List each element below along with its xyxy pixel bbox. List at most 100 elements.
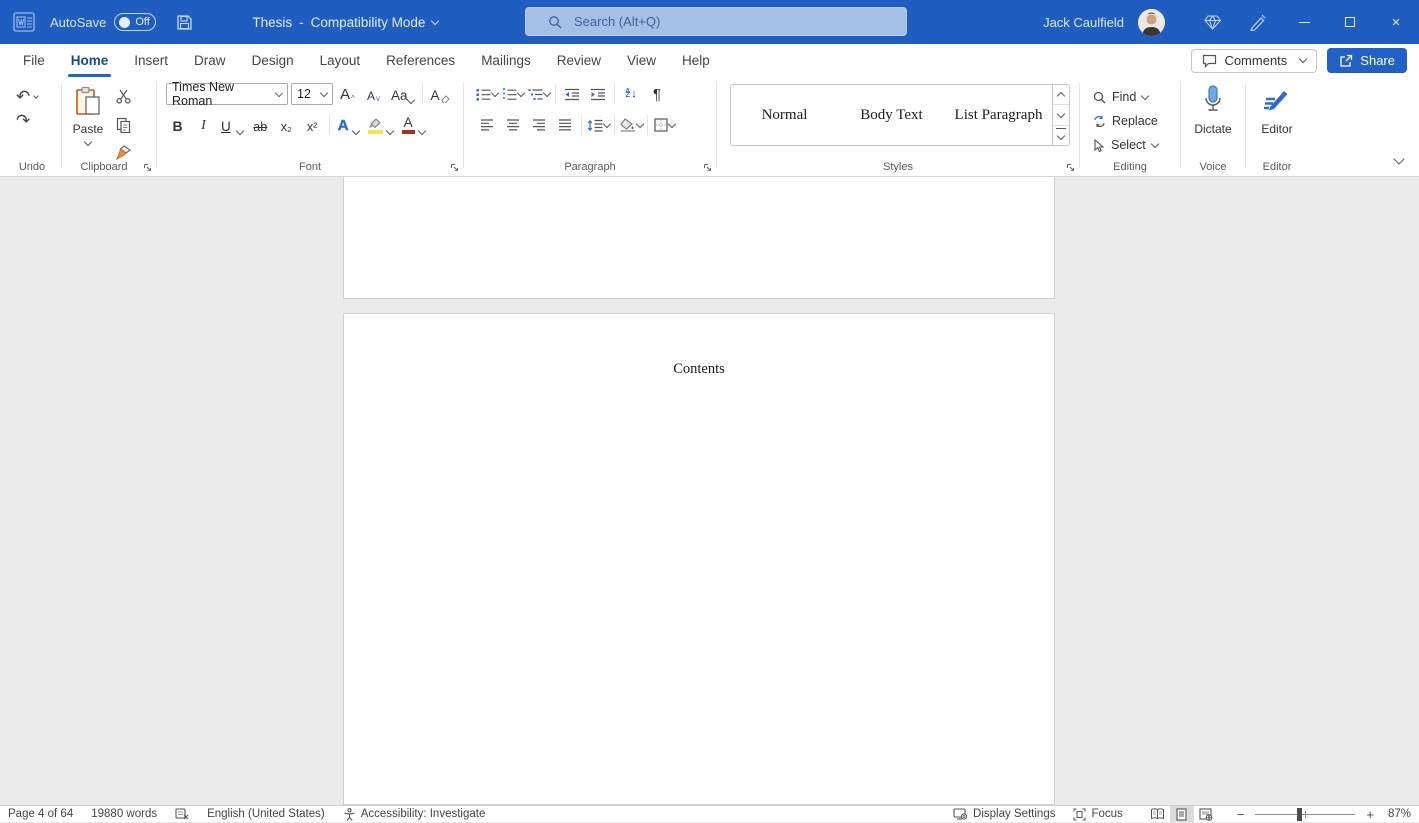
text-effects-glyph: A — [338, 117, 349, 134]
tab-design[interactable]: Design — [239, 44, 307, 77]
save-icon[interactable] — [170, 0, 198, 44]
autosave-toggle[interactable]: Off — [114, 13, 156, 31]
select-button[interactable]: Select — [1093, 133, 1177, 157]
collapse-ribbon-button[interactable] — [1395, 150, 1403, 168]
subscript-button[interactable]: x₂ — [275, 114, 298, 136]
editor-button[interactable]: Editor — [1261, 85, 1292, 136]
editor-group: Editor Editor — [1249, 77, 1305, 176]
style-body-text[interactable]: Body Text — [838, 85, 945, 145]
bold-button[interactable]: B — [166, 114, 189, 136]
dictate-button[interactable]: Dictate — [1194, 85, 1231, 136]
text-effects-button[interactable]: A — [335, 114, 362, 136]
style-list-paragraph[interactable]: List Paragraph — [945, 85, 1052, 145]
page-number-indicator[interactable]: Page 4 of 64 — [8, 806, 82, 822]
tab-home[interactable]: Home — [58, 44, 122, 77]
web-layout-view-button[interactable] — [1194, 806, 1218, 822]
display-settings-button[interactable]: Display Settings — [944, 806, 1064, 822]
zoom-slider-handle[interactable] — [1297, 808, 1302, 821]
grow-font-button[interactable]: A^ — [336, 83, 359, 105]
read-mode-view-button[interactable] — [1146, 806, 1170, 822]
accessibility-indicator[interactable]: Accessibility: Investigate — [334, 806, 495, 822]
align-center-button[interactable] — [501, 114, 525, 136]
styles-scroll-up-button[interactable] — [1053, 85, 1069, 104]
zoom-out-button[interactable]: − — [1234, 807, 1248, 822]
multilevel-list-button[interactable] — [527, 83, 551, 105]
maximize-button[interactable] — [1327, 0, 1373, 44]
align-right-button[interactable] — [527, 114, 551, 136]
inking-pen-icon[interactable] — [1235, 0, 1281, 44]
minimize-button[interactable] — [1281, 0, 1327, 44]
find-button[interactable]: Find — [1093, 85, 1177, 109]
strikethrough-button[interactable]: ab — [249, 114, 272, 136]
styles-more-button[interactable] — [1053, 125, 1069, 145]
word-count-indicator[interactable]: 19880 words — [82, 806, 166, 822]
minimize-icon — [1299, 22, 1310, 23]
redo-button[interactable]: ↷ — [16, 109, 50, 133]
close-button[interactable]: × — [1373, 0, 1419, 44]
shading-bucket-icon — [620, 118, 636, 132]
tab-mailings[interactable]: Mailings — [468, 44, 544, 77]
chevron-down-icon — [602, 119, 610, 127]
italic-button[interactable]: I — [192, 114, 215, 136]
change-case-button[interactable]: Aa — [388, 83, 417, 105]
clear-formatting-button[interactable]: A — [428, 83, 453, 105]
tab-view[interactable]: View — [614, 44, 669, 77]
font-color-button[interactable]: A — [399, 114, 428, 136]
copy-button[interactable] — [111, 113, 135, 136]
underline-button[interactable]: U — [218, 114, 246, 136]
paragraph-dialog-launcher[interactable] — [703, 163, 712, 172]
bullets-button[interactable] — [475, 83, 499, 105]
replace-button[interactable]: Replace — [1093, 109, 1177, 133]
tab-file[interactable]: File — [10, 44, 58, 77]
document-canvas[interactable]: Contents — [0, 177, 1419, 805]
sort-button[interactable]: AZ ↓ — [619, 83, 643, 105]
line-spacing-button[interactable] — [586, 114, 610, 136]
document-page-current[interactable]: Contents — [343, 313, 1055, 805]
numbering-button[interactable] — [501, 83, 525, 105]
styles-scroll-down-button[interactable] — [1053, 104, 1069, 124]
shading-button[interactable] — [619, 114, 643, 136]
language-indicator[interactable]: English (United States) — [198, 806, 334, 822]
styles-dialog-launcher[interactable] — [1066, 163, 1075, 172]
font-size-select[interactable]: 12 — [291, 83, 333, 105]
print-layout-view-button[interactable] — [1170, 806, 1194, 822]
zoom-slider[interactable] — [1255, 814, 1355, 815]
tab-references[interactable]: References — [373, 44, 468, 77]
borders-button[interactable] — [652, 114, 676, 136]
tab-draw[interactable]: Draw — [181, 44, 239, 77]
shrink-font-glyph: A — [367, 89, 375, 103]
premium-diamond-icon[interactable] — [1189, 0, 1235, 44]
style-normal[interactable]: Normal — [731, 85, 838, 145]
cut-button[interactable] — [111, 85, 135, 108]
tab-layout[interactable]: Layout — [307, 44, 374, 77]
clipboard-dialog-launcher[interactable] — [143, 163, 152, 172]
tab-help[interactable]: Help — [669, 44, 723, 77]
search-input[interactable]: Search (Alt+Q) — [525, 7, 907, 36]
show-formatting-button[interactable]: ¶ — [645, 83, 669, 105]
document-title[interactable]: Thesis - Compatibility Mode — [252, 15, 438, 30]
text-highlight-button[interactable] — [365, 114, 396, 136]
avatar[interactable] — [1138, 9, 1165, 36]
user-name[interactable]: Jack Caulfield — [1043, 15, 1124, 30]
superscript-button[interactable]: x² — [301, 114, 324, 136]
document-page-previous[interactable] — [343, 177, 1055, 299]
tab-review[interactable]: Review — [544, 44, 614, 77]
align-left-button[interactable] — [475, 114, 499, 136]
tab-insert[interactable]: Insert — [121, 44, 181, 77]
font-dialog-launcher[interactable] — [450, 163, 459, 172]
share-button[interactable]: Share — [1327, 48, 1407, 73]
zoom-level-indicator[interactable]: 87% — [1377, 808, 1411, 820]
justify-button[interactable] — [553, 114, 577, 136]
autosave-control[interactable]: AutoSave Off — [50, 13, 156, 31]
contents-heading[interactable]: Contents — [344, 361, 1054, 378]
undo-button[interactable]: ↶ — [16, 85, 50, 109]
increase-indent-button[interactable] — [586, 83, 610, 105]
proofing-errors-icon[interactable] — [166, 806, 198, 822]
word-app-icon[interactable] — [12, 11, 36, 33]
decrease-indent-button[interactable] — [560, 83, 584, 105]
shrink-font-button[interactable]: Av — [362, 83, 385, 105]
focus-mode-button[interactable]: Focus — [1064, 806, 1131, 822]
zoom-in-button[interactable]: + — [1363, 807, 1377, 822]
comments-button[interactable]: Comments — [1191, 49, 1317, 73]
font-family-select[interactable]: Times New Roman — [166, 83, 288, 105]
